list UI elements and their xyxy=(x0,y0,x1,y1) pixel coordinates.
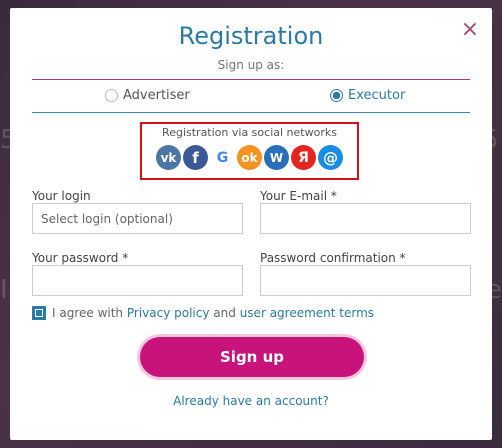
role-option-advertiser[interactable]: Advertiser xyxy=(105,88,190,103)
vk-icon[interactable]: vk xyxy=(156,145,181,170)
role-label-advertiser: Advertiser xyxy=(123,88,190,103)
password-confirm-label: Password confirmation * xyxy=(260,251,406,265)
login-input[interactable] xyxy=(32,203,243,234)
radio-executor[interactable] xyxy=(330,89,343,102)
password-input[interactable] xyxy=(32,265,243,296)
divider-top xyxy=(32,79,470,80)
social-label: Registration via social networks xyxy=(162,126,337,139)
backdrop-glyph: I xyxy=(0,275,8,305)
modal-title: Registration xyxy=(178,22,324,50)
yandex-icon[interactable]: Я xyxy=(291,145,316,170)
already-have-account-link[interactable]: Already have an account? xyxy=(173,394,329,408)
agreement-prefix: I agree with xyxy=(52,306,124,320)
social-login-box: Registration via social networks vk f G … xyxy=(140,122,359,180)
user-agreement-link[interactable]: user agreement terms xyxy=(240,306,374,320)
agreement-and: and xyxy=(213,306,236,320)
webmoney-icon[interactable]: W xyxy=(264,145,289,170)
odnoklassniki-icon[interactable]: ok xyxy=(237,145,262,170)
email-input[interactable] xyxy=(260,203,471,234)
password-confirm-input[interactable] xyxy=(260,265,471,296)
sign-up-button[interactable]: Sign up xyxy=(140,337,364,377)
divider-bottom xyxy=(32,112,470,113)
login-label: Your login xyxy=(32,189,91,203)
google-icon[interactable]: G xyxy=(210,145,235,170)
registration-modal: × Registration Sign up as: Advertiser Ex… xyxy=(10,8,492,440)
role-selector: Advertiser Executor xyxy=(10,88,492,108)
social-icons: vk f G ok W Я @ xyxy=(156,145,343,170)
password-label: Your password * xyxy=(32,251,129,265)
radio-advertiser[interactable] xyxy=(105,89,118,102)
role-option-executor[interactable]: Executor xyxy=(330,88,405,103)
privacy-policy-link[interactable]: Privacy policy xyxy=(127,306,210,320)
already-account-row: Already have an account? xyxy=(10,394,492,408)
modal-subtitle: Sign up as: xyxy=(217,58,285,72)
email-label: Your E-mail * xyxy=(260,189,337,203)
agreement-checkbox[interactable] xyxy=(32,306,46,320)
facebook-icon[interactable]: f xyxy=(183,145,208,170)
mailru-icon[interactable]: @ xyxy=(318,145,343,170)
role-label-executor: Executor xyxy=(348,88,406,103)
agreement-row: I agree with Privacy policy and user agr… xyxy=(32,306,374,320)
